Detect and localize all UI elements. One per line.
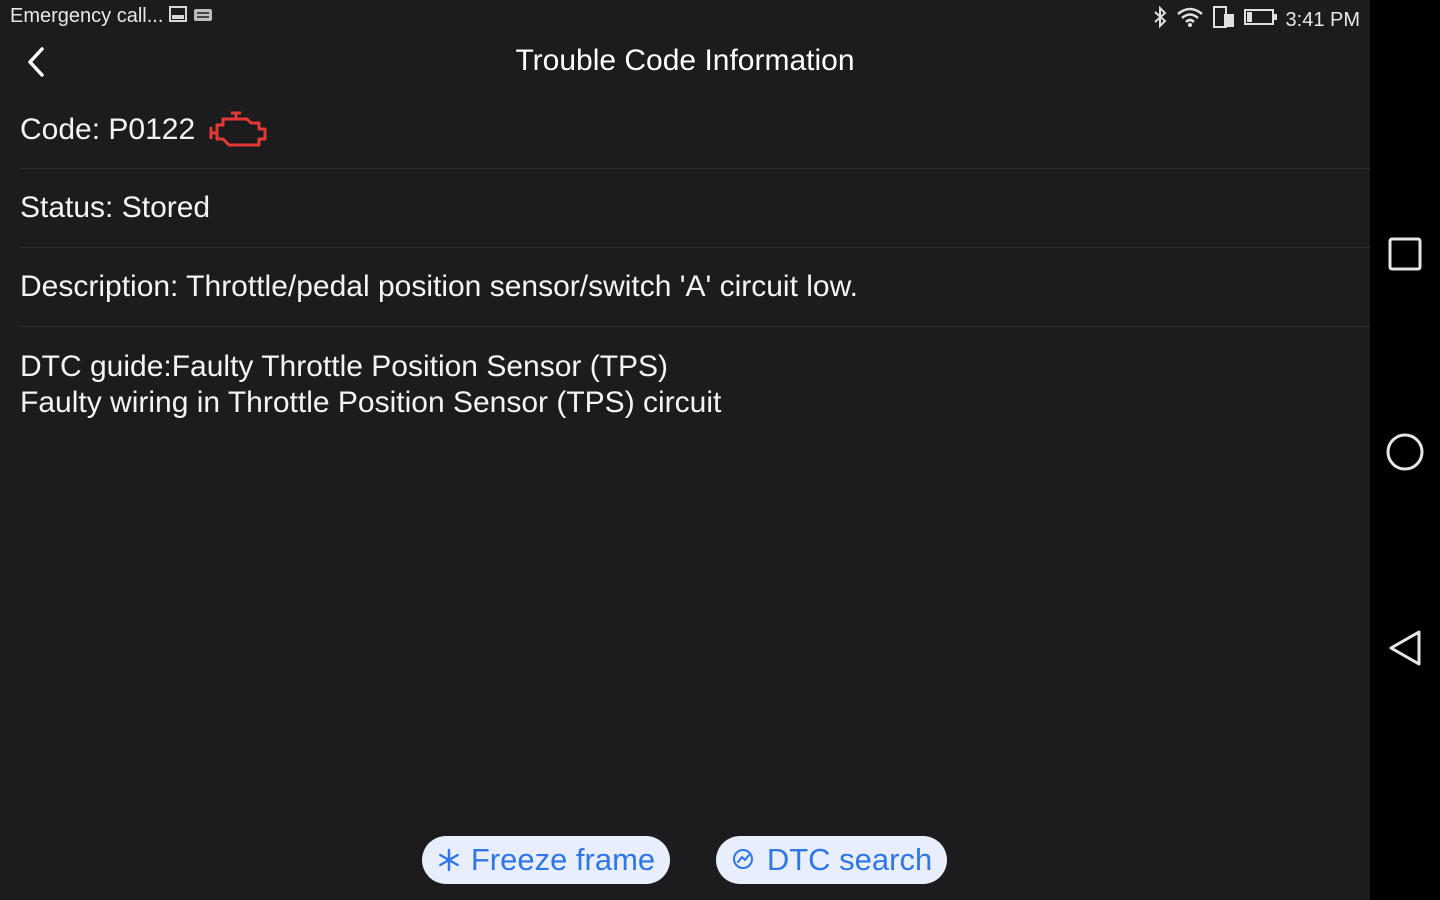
message-icon — [193, 5, 213, 28]
bluetooth-icon — [1152, 5, 1168, 34]
status-bar: Emergency call... 3:41 PM — [0, 0, 1370, 34]
action-bar: Freeze frame DTC search — [0, 836, 1370, 884]
code-row: Code: P0122 — [20, 92, 1370, 169]
battery-icon — [1243, 8, 1278, 32]
status-label: Status: Stored — [20, 191, 211, 224]
square-icon — [1388, 237, 1422, 271]
status-right: 3:41 PM — [1152, 5, 1360, 35]
dtc-search-button[interactable]: DTC search — [716, 836, 947, 884]
circle-icon — [1386, 433, 1424, 471]
snowflake-icon — [438, 848, 459, 872]
home-button[interactable] — [1385, 432, 1425, 472]
description-row: Description: Throttle/pedal position sen… — [20, 248, 1370, 327]
emergency-call-text: Emergency call... — [10, 5, 164, 27]
dtc-details: Code: P0122 Status: Stored Description: … — [20, 92, 1370, 421]
dtc-search-label: DTC search — [766, 842, 933, 877]
nav-back-button[interactable] — [1385, 628, 1425, 668]
code-label: Code: P0122 — [20, 113, 196, 146]
description-label: Description: Throttle/pedal position sen… — [20, 270, 858, 303]
guide-line-1: DTC guide:Faulty Throttle Position Senso… — [20, 350, 669, 383]
status-row: Status: Stored — [20, 169, 1370, 248]
dtc-guide: DTC guide:Faulty Throttle Position Senso… — [20, 327, 1370, 421]
freeze-frame-button[interactable]: Freeze frame — [422, 836, 670, 884]
search-icon — [732, 849, 753, 869]
page-title: Trouble Code Information — [515, 44, 855, 77]
triangle-back-icon — [1389, 630, 1421, 666]
check-engine-icon — [207, 109, 269, 151]
sim-icon — [1212, 5, 1236, 35]
recents-button[interactable] — [1385, 234, 1425, 274]
screen: Emergency call... 3:41 PM Trouble Code I… — [0, 0, 1370, 900]
status-left: Emergency call... — [10, 5, 213, 28]
system-nav-bar — [1370, 0, 1440, 900]
app-bar: Trouble Code Information — [0, 34, 1370, 92]
wifi-icon — [1176, 6, 1204, 34]
status-time: 3:41 PM — [1285, 8, 1360, 31]
guide-line-2: Faulty wiring in Throttle Position Senso… — [20, 386, 722, 419]
image-icon — [169, 5, 188, 28]
freeze-frame-label: Freeze frame — [470, 842, 656, 877]
